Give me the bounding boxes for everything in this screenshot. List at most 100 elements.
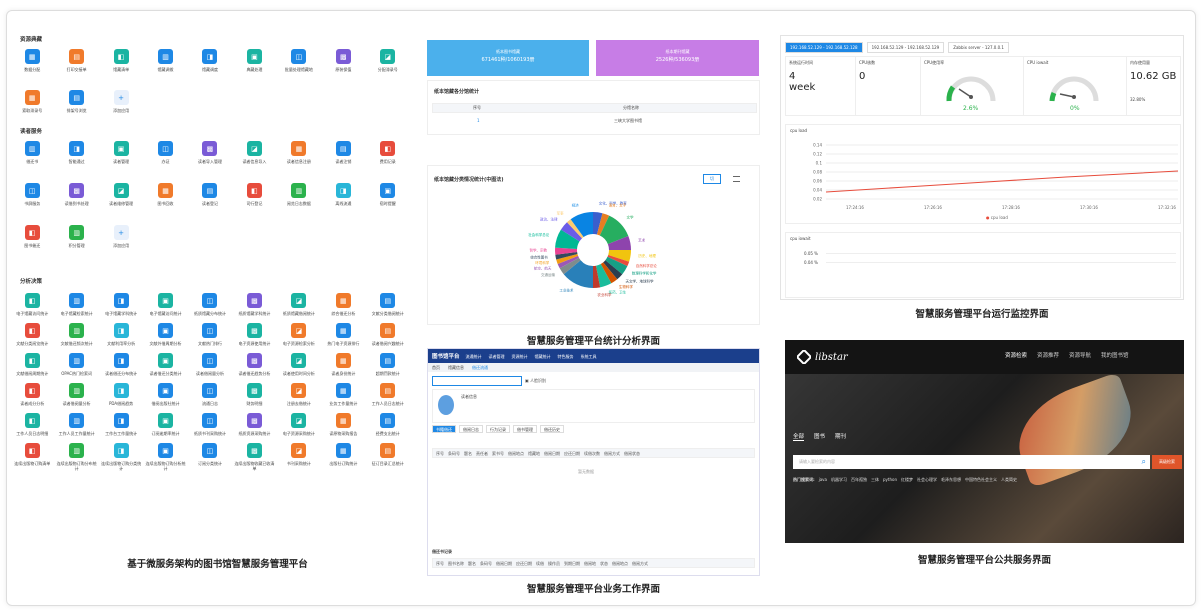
hot-keyword[interactable]: 百年孤独 [851,477,867,482]
column-header[interactable]: 状态 [600,561,608,566]
app-tile[interactable]: ▩ 连续出版物收藏已收清单 [232,443,276,471]
app-tile[interactable]: ▦ 出版社订购统计 [321,443,365,471]
app-tile[interactable]: ◧ 电子馆藏访问统计 [10,293,54,316]
app-tile[interactable]: ◫ 流通日志 [188,383,232,406]
hot-keyword[interactable]: 社会心理学 [917,477,937,482]
column-header[interactable]: 索书号 [492,451,504,456]
app-tile[interactable]: ◪ 读者信息导入 [232,141,276,164]
app-tile[interactable]: ▤ 经费支出统计 [366,413,410,436]
column-header[interactable]: 条码号 [448,451,460,456]
app-tile[interactable]: + 添加应用 [99,90,143,113]
app-tile[interactable]: ▥ 借还书 [10,141,54,164]
host-tab[interactable]: 192.168.52.129 - 192.168.52.128 [785,42,863,53]
sub-tab[interactable]: 借还历史 [540,425,564,433]
column-header[interactable]: 借阅地点 [612,561,628,566]
app-tile[interactable]: ▣ 订阅逾期率统计 [143,413,187,436]
hot-keyword[interactable]: 中国特色社会主义 [965,477,997,482]
column-header[interactable]: 图书名称 [448,561,464,566]
app-tile[interactable]: ▤ 工作人员日志统计 [366,383,410,406]
advanced-search-button[interactable]: 高级检索 [1152,455,1182,469]
app-tile[interactable]: ▦ 热门电子资源排行 [321,323,365,346]
app-tile[interactable]: ▥ 电子馆藏检索统计 [54,293,98,316]
app-tile[interactable]: ◫ 读者借阅量分析 [188,353,232,376]
column-header[interactable]: 条码号 [480,561,492,566]
app-tile[interactable]: ▤ 读者登记 [188,183,232,206]
page-tab[interactable]: 馆藏信息 [448,365,464,370]
app-tile[interactable]: ▤ 征订目录汇总统计 [366,443,410,471]
search-icon[interactable]: ⌕ [1142,457,1146,467]
app-tile[interactable]: ◫ 文献热门排行 [188,323,232,346]
app-tile[interactable]: ◪ 分配滞录号 [366,49,410,72]
face-recognition-button[interactable]: ▣ 人脸识别 [525,378,546,383]
nav-item[interactable]: 馆藏统计 [535,354,551,359]
host-tab[interactable]: 192.168.52.129 - 192.168.52.129 [866,42,945,53]
app-tile[interactable]: ◨ PDA借阅趋势 [99,383,143,406]
app-tile[interactable]: ▩ 纸质资源采购统计 [232,413,276,436]
app-tile[interactable]: ◫ 办证 [143,141,187,164]
toggle-button[interactable]: 切 [703,174,721,184]
app-tile[interactable]: ◨ 工作台工作量统计 [99,413,143,436]
hot-keyword[interactable]: 毛泽东思想 [941,477,961,482]
app-tile[interactable]: ▥ 工作人员工作量统计 [54,413,98,436]
app-tile[interactable]: ▦ 业务工作量统计 [321,383,365,406]
app-tile[interactable]: ▣ 借阅出版社统计 [143,383,187,406]
app-tile[interactable]: ▦ 索取滞录号 [10,90,54,113]
app-tile[interactable]: ▣ 典藏处理 [232,49,276,72]
hot-keyword[interactable]: 三体 [871,477,879,482]
app-tile[interactable]: ▥ 积分管理 [54,225,98,248]
app-tile[interactable]: ◫ 订阅分类统计 [188,443,232,471]
app-tile[interactable]: ▩ 读者导入管理 [188,141,232,164]
menu-icon[interactable] [733,176,740,182]
hot-keyword[interactable]: 红楼梦 [901,477,913,482]
app-tile[interactable]: ▩ 纸质馆藏学科统计 [232,293,276,316]
app-tile[interactable]: ▩ 读借到书处理 [54,183,98,206]
app-tile[interactable]: ▣ 读者借还分类统计 [143,353,187,376]
app-tile[interactable]: ▣ 文献外借周期分析 [143,323,187,346]
nav-item[interactable]: 系统工具 [581,354,597,359]
app-tile[interactable]: ◫ 批量处理馆藏地 [277,49,321,72]
page-tab[interactable]: 首页 [432,365,440,370]
nav-link[interactable]: 资源检索 [1005,353,1027,359]
app-tile[interactable]: ▣ 连续出版物订购分析统计 [143,443,187,471]
app-tile[interactable]: ▤ 打印交接单 [54,49,98,72]
reader-search-input[interactable] [432,376,522,386]
column-header[interactable]: 借阅日期 [544,451,560,456]
app-tile[interactable]: ◨ 连续出版物订购分类统计 [99,443,143,471]
app-tile[interactable]: ▥ 读者借阅量分析 [54,383,98,406]
app-tile[interactable]: ◧ 连续出版物订购清单 [10,443,54,471]
app-tile[interactable]: ◧ 图书催还 [10,225,54,248]
column-header[interactable]: 续借 [536,561,544,566]
app-tile[interactable]: ▩ 电子资源使用统计 [232,323,276,346]
app-tile[interactable]: ▦ 综合借还分析 [321,293,365,316]
app-tile[interactable]: ◪ 读者维修管理 [99,183,143,206]
nav-item[interactable]: 特色服务 [558,354,574,359]
app-tile[interactable]: ◫ 书屏服务 [10,183,54,206]
column-header[interactable]: 借阅地 [584,561,596,566]
nav-item[interactable]: 读者管理 [489,354,505,359]
app-tile[interactable]: ◧ 文献借阅周期统计 [10,353,54,376]
app-tile[interactable]: ◧ 费用记录 [366,141,410,164]
app-tile[interactable]: ▩ 读者借还趋势分析 [232,353,276,376]
app-tile[interactable]: ◧ 读者成分分析 [10,383,54,406]
nav-link[interactable]: 资源推荐 [1037,353,1059,359]
sub-tab[interactable]: 书籍借还 [432,425,456,433]
hot-keyword[interactable]: 人类简史 [1001,477,1017,482]
search-tab[interactable]: 图书 [814,434,825,441]
sub-tab[interactable]: 借书管理 [513,425,537,433]
column-header[interactable]: 馆藏地 [528,451,540,456]
search-tab[interactable]: 全部 [793,434,805,441]
column-header[interactable]: 序号 [436,561,444,566]
app-tile[interactable]: ▤ 排架号浏览 [54,90,98,113]
app-tile[interactable]: ◧ 文献分类阅览统计 [10,323,54,346]
app-tile[interactable]: ◨ 电子馆藏学科统计 [99,293,143,316]
app-tile[interactable]: ◪ 书刊采购统计 [277,443,321,471]
app-tile[interactable]: ▤ 读者借阅兴趣统计 [366,323,410,346]
app-tile[interactable]: ◧ 司行登记 [232,183,276,206]
app-tile[interactable]: + 添加应用 [99,225,143,248]
column-header[interactable]: 责任者 [476,451,488,456]
app-tile[interactable]: ◫ 纸质馆藏分布统计 [188,293,232,316]
column-header[interactable]: 借阅日期 [496,561,512,566]
public-search-input[interactable]: 请输入要检索的内容 ⌕ [793,455,1150,469]
app-tile[interactable]: ◪ 电子资源检索分析 [277,323,321,346]
search-tab[interactable]: 期刊 [835,434,846,441]
